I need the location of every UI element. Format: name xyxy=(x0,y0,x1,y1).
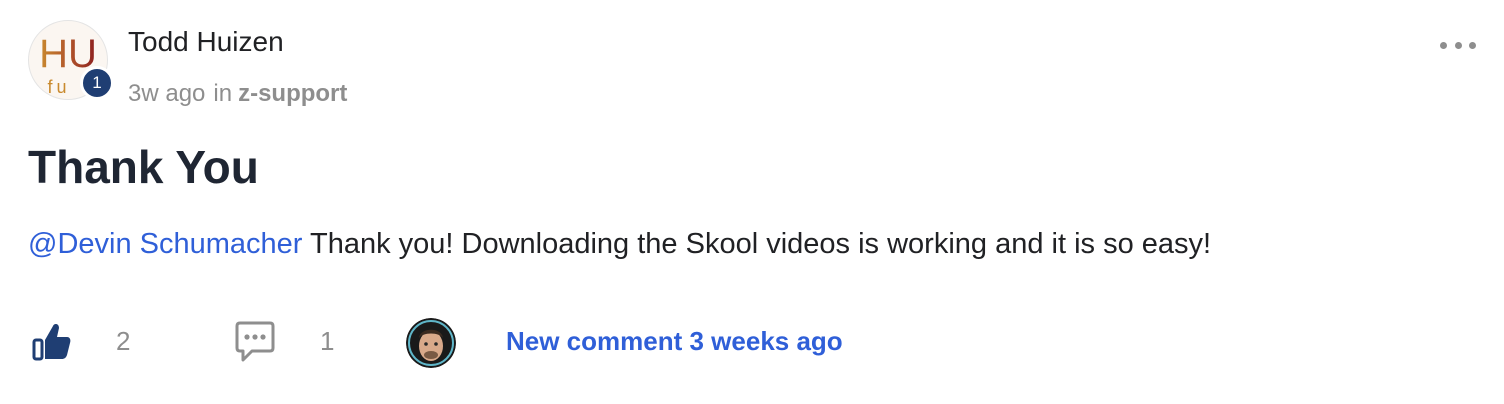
like-count: 2 xyxy=(116,326,131,356)
post-card: HU fu 1 Todd Huizen 3w ago in z-support Th… xyxy=(0,0,1504,404)
mention-link[interactable]: @Devin Schumacher xyxy=(28,228,302,260)
more-horizontal-icon xyxy=(1440,41,1447,49)
post-body: @Devin Schumacher Thank you! Downloading… xyxy=(28,228,1211,261)
more-options-button[interactable] xyxy=(1440,38,1476,52)
category-link[interactable]: z-support xyxy=(238,80,347,107)
more-dot xyxy=(1454,41,1462,49)
comment-icon xyxy=(235,321,275,362)
more-dot xyxy=(1469,41,1476,49)
avatar-text-bottom: fu xyxy=(47,77,70,97)
in-label: in xyxy=(213,80,233,107)
post-meta: 3w ago in z-support xyxy=(128,80,347,108)
like-button[interactable] xyxy=(32,320,72,362)
commenter-avatar[interactable] xyxy=(406,318,456,368)
author-name[interactable]: Todd Huizen xyxy=(128,26,284,58)
comment-button[interactable] xyxy=(234,320,276,364)
post-body-text: Thank you! Downloading the Skool videos … xyxy=(302,228,1212,260)
new-comment-link[interactable]: New comment 3 weeks ago xyxy=(506,326,843,357)
post-title[interactable]: Thank You xyxy=(28,140,259,194)
thumbs-up-icon xyxy=(32,323,71,361)
author-avatar-wrap[interactable]: HU fu 1 xyxy=(28,20,114,100)
comment-count: 1 xyxy=(320,326,335,356)
level-badge: 1 xyxy=(80,66,114,100)
post-timestamp: 3w ago xyxy=(128,80,206,107)
